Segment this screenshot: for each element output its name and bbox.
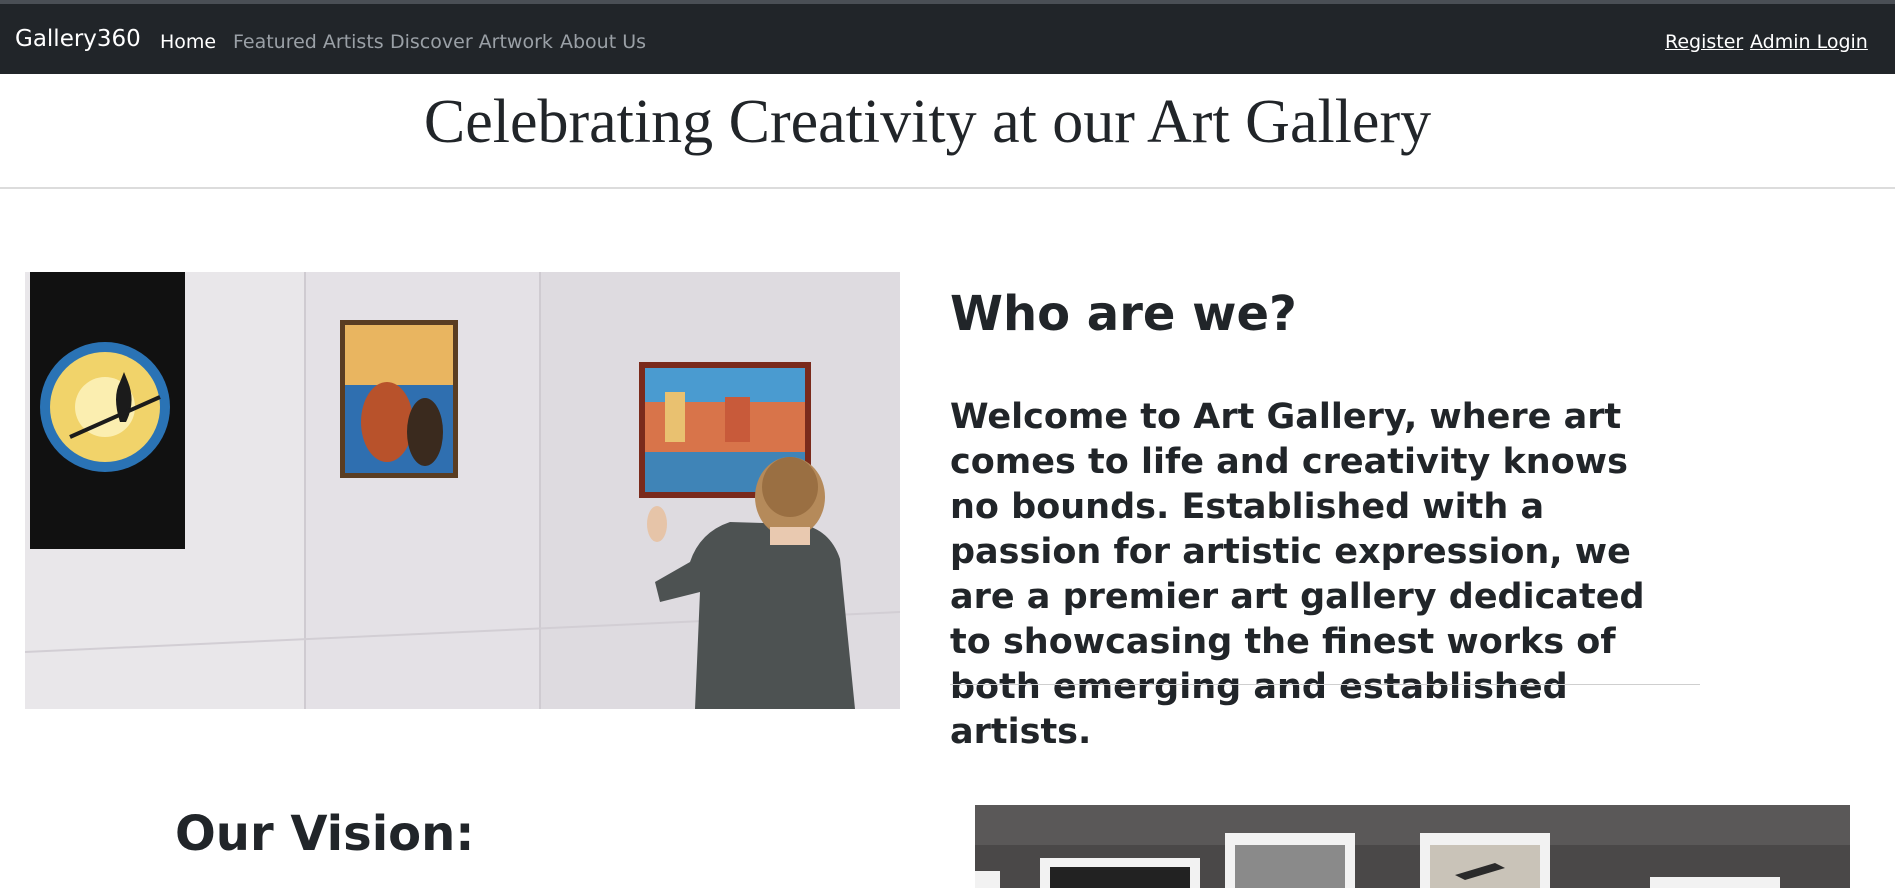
vision-photo	[975, 805, 1850, 888]
register-link[interactable]: Register	[1665, 31, 1743, 53]
nav-item-about-us[interactable]: About Us	[560, 31, 646, 53]
gallery-photo	[25, 272, 900, 709]
about-text: Welcome to Art Gallery, where art comes …	[950, 397, 1645, 752]
admin-login-link[interactable]: Admin Login	[1750, 31, 1868, 53]
about-divider	[950, 684, 1700, 685]
top-navbar: Gallery360 Home Featured Artists Discove…	[0, 0, 1895, 74]
nav-item-discover-artwork[interactable]: Discover Artwork	[390, 31, 553, 53]
about-heading: Who are we?	[950, 286, 1297, 342]
vision-heading: Our Vision:	[175, 806, 475, 862]
brand-link[interactable]: Gallery360	[15, 26, 141, 52]
nav-item-featured-artists[interactable]: Featured Artists	[233, 31, 384, 53]
title-divider	[0, 187, 1895, 189]
nav-item-home[interactable]: Home	[160, 31, 216, 53]
page-title: Celebrating Creativity at our Art Galler…	[423, 88, 1432, 156]
